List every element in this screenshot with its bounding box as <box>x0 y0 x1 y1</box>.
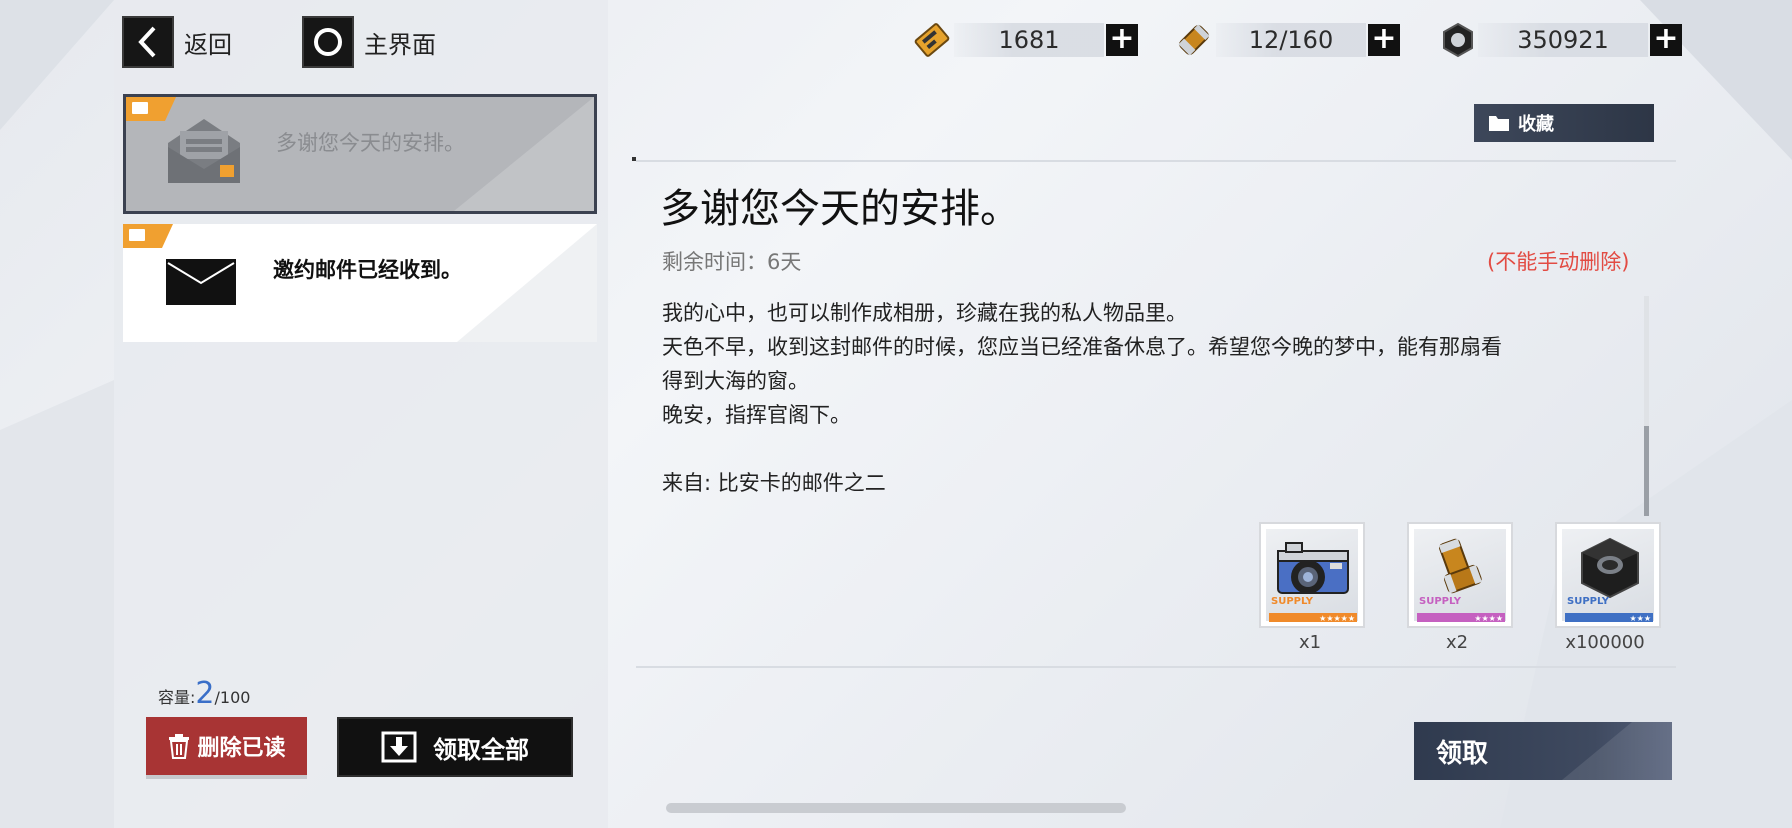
reward-item[interactable]: SUPPLY ★★★★ <box>1407 522 1513 628</box>
supply-rarity: SUPPLY ★★★★★ <box>1269 596 1357 623</box>
back-label: 返回 <box>184 30 232 59</box>
download-icon <box>381 731 417 763</box>
mail-line: 晚安，指挥官阁下。 <box>662 403 851 427</box>
open-envelope-icon <box>168 119 240 183</box>
chevron-left-icon <box>122 16 174 68</box>
supply-label: SUPPLY <box>1419 596 1462 607</box>
favorite-button[interactable]: 收藏 <box>1474 104 1654 142</box>
mail-list-item[interactable]: 多谢您今天的安排。 <box>123 94 597 214</box>
home-indicator <box>666 803 1126 813</box>
mail-line: 天色不早，收到这封邮件的时候，您应当已经准备休息了。希望您今晚的梦中，能有那扇看 <box>662 335 1502 359</box>
delete-read-button[interactable]: 删除已读 <box>146 717 307 775</box>
favorite-label: 收藏 <box>1518 114 1554 135</box>
supply-label: SUPPLY <box>1567 596 1610 607</box>
divider-dot <box>632 157 636 161</box>
home-button[interactable]: 主界面 <box>302 15 436 69</box>
add-battery-button[interactable]: + <box>1368 24 1400 56</box>
camera-icon <box>1277 542 1349 594</box>
rarity-stars: ★★★★ <box>1474 614 1503 623</box>
hex-nut-icon <box>1581 537 1639 599</box>
folder-tag-icon <box>123 224 173 248</box>
add-ticket-button[interactable]: + <box>1106 24 1138 56</box>
mail-line: 我的心中，也可以制作成相册，珍藏在我的私人物品里。 <box>662 301 1187 325</box>
reward-item[interactable]: SUPPLY ★★★★★ <box>1259 522 1365 628</box>
rarity-stars: ★★★★★ <box>1319 614 1355 623</box>
ticket-icon <box>914 23 950 57</box>
circle-icon <box>302 16 354 68</box>
capacity-label: 容量: <box>158 688 196 707</box>
mail-capacity: 容量:2/100 <box>158 676 250 711</box>
capacity-count: 2 <box>195 676 215 711</box>
home-label: 主界面 <box>364 30 436 59</box>
resource-battery: 12/160 + <box>1172 20 1400 60</box>
remaining-time: 剩余时间：6天 <box>662 250 802 274</box>
resource-value: 1681 <box>954 23 1104 57</box>
supply-rarity: SUPPLY ★★★★ <box>1417 596 1505 623</box>
mail-line <box>662 432 1662 466</box>
divider <box>636 666 1676 668</box>
supply-label: SUPPLY <box>1271 596 1314 607</box>
resource-value: 350921 <box>1478 23 1648 57</box>
trash-icon <box>169 734 190 759</box>
add-nut-button[interactable]: + <box>1650 24 1682 56</box>
resource-value: 12/160 <box>1216 23 1366 57</box>
hex-nut-icon <box>1443 22 1473 58</box>
back-button[interactable]: 返回 <box>122 15 232 69</box>
mail-line: 来自: 比安卡的邮件之二 <box>662 471 886 495</box>
mail-line: 得到大海的窗。 <box>662 369 809 393</box>
mail-list-item[interactable]: 邀约邮件已经收到。 <box>123 224 597 342</box>
item-decoration <box>454 97 594 211</box>
envelope-icon <box>166 259 236 305</box>
folder-icon <box>1489 116 1509 131</box>
resource-nut: 350921 + <box>1438 20 1682 60</box>
mail-body: 我的心中，也可以制作成相册，珍藏在我的私人物品里。 天色不早，收到这封邮件的时候… <box>662 296 1662 500</box>
delete-read-label: 删除已读 <box>197 736 286 761</box>
button-decoration <box>1562 722 1672 780</box>
rarity-stars: ★★★ <box>1629 614 1651 623</box>
no-delete-notice: (不能手动删除) <box>1487 250 1630 274</box>
claim-button[interactable]: 领取 <box>1414 722 1672 780</box>
mail-title: 多谢您今天的安排。 <box>660 186 1020 232</box>
resource-ticket: 1681 + <box>910 20 1138 60</box>
battery-icon <box>1178 24 1210 56</box>
reward-item[interactable]: SUPPLY ★★★ <box>1555 522 1661 628</box>
battery-icon <box>1438 538 1482 594</box>
claim-label: 领取 <box>1436 738 1489 769</box>
scrollbar-thumb[interactable] <box>1644 426 1649 516</box>
reward-quantity: x1 <box>1298 632 1322 653</box>
reward-quantity: x2 <box>1445 632 1469 653</box>
claim-all-label: 领取全部 <box>433 735 529 764</box>
item-decoration <box>457 224 597 342</box>
reward-quantity: x100000 <box>1565 632 1645 653</box>
capacity-max: /100 <box>214 688 251 707</box>
claim-all-button[interactable]: 领取全部 <box>337 717 573 777</box>
divider <box>636 160 1676 162</box>
supply-rarity: SUPPLY ★★★ <box>1565 596 1653 623</box>
